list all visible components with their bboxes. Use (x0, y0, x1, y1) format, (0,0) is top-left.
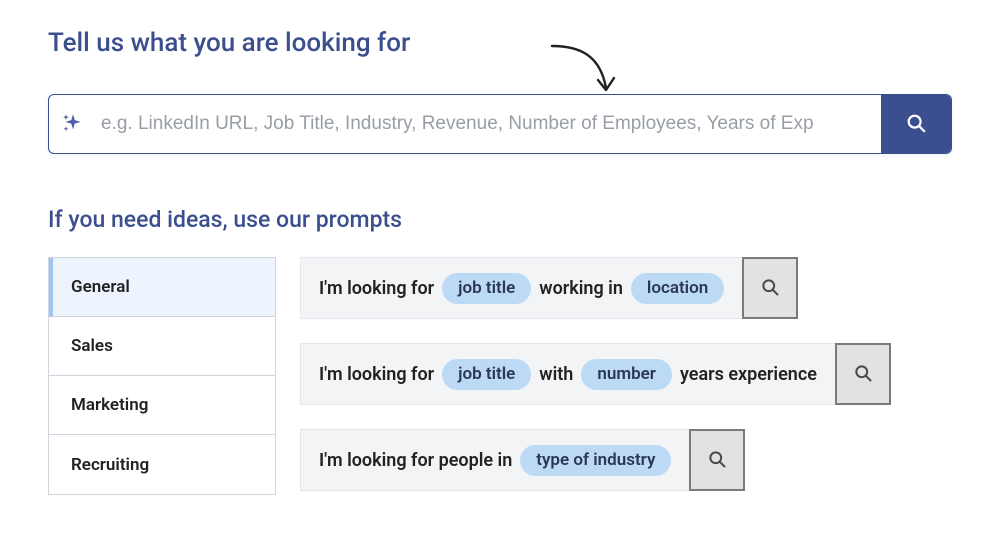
prompt-search-button[interactable] (835, 343, 891, 405)
prompt-search-button[interactable] (689, 429, 745, 491)
tab-general[interactable]: General (49, 258, 275, 317)
search-icon (853, 363, 873, 386)
prompt-chip[interactable]: type of industry (520, 445, 671, 476)
tab-label: Sales (71, 336, 113, 356)
search-icon (905, 112, 927, 137)
search-icon (760, 277, 780, 300)
ideas-headline: If you need ideas, use our prompts (48, 206, 952, 233)
prompt-chip[interactable]: job title (442, 359, 531, 390)
tab-sales[interactable]: Sales (49, 317, 275, 376)
tab-label: Recruiting (71, 455, 149, 475)
tab-label: Marketing (71, 395, 148, 415)
search-bar (48, 94, 952, 154)
prompt-text-segment: with (539, 364, 573, 385)
tab-marketing[interactable]: Marketing (49, 376, 275, 435)
prompt-text[interactable]: I'm looking for job title working in locati… (300, 257, 742, 319)
prompt-text[interactable]: I'm looking for job title with number years … (300, 343, 835, 405)
prompt-text-segment: years experience (680, 364, 817, 385)
prompt-row: I'm looking for people in type of industr… (300, 429, 745, 491)
prompt-text-segment: working in (539, 278, 623, 299)
prompt-text-segment: I'm looking for people in (319, 450, 512, 471)
tab-recruiting[interactable]: Recruiting (49, 435, 275, 494)
prompt-search-button[interactable] (742, 257, 798, 319)
prompt-list: I'm looking for job title working in locati… (300, 257, 952, 491)
search-icon (707, 449, 727, 472)
prompt-chip[interactable]: location (631, 273, 724, 304)
prompt-row: I'm looking for job title working in locati… (300, 257, 798, 319)
prompt-row: I'm looking for job title with number years … (300, 343, 891, 405)
page-headline: Tell us what you are looking for (48, 28, 410, 58)
tab-label: General (71, 277, 130, 297)
prompt-text-segment: I'm looking for (319, 364, 434, 385)
prompt-category-tabs: General Sales Marketing Recruiting (48, 257, 276, 495)
prompt-chip[interactable]: job title (442, 273, 531, 304)
prompt-chip[interactable]: number (581, 359, 672, 390)
sparkle-icon (49, 95, 97, 153)
search-input[interactable] (97, 95, 881, 153)
prompt-text-segment: I'm looking for (319, 278, 434, 299)
search-button[interactable] (881, 95, 951, 153)
prompt-text[interactable]: I'm looking for people in type of industr… (300, 429, 689, 491)
